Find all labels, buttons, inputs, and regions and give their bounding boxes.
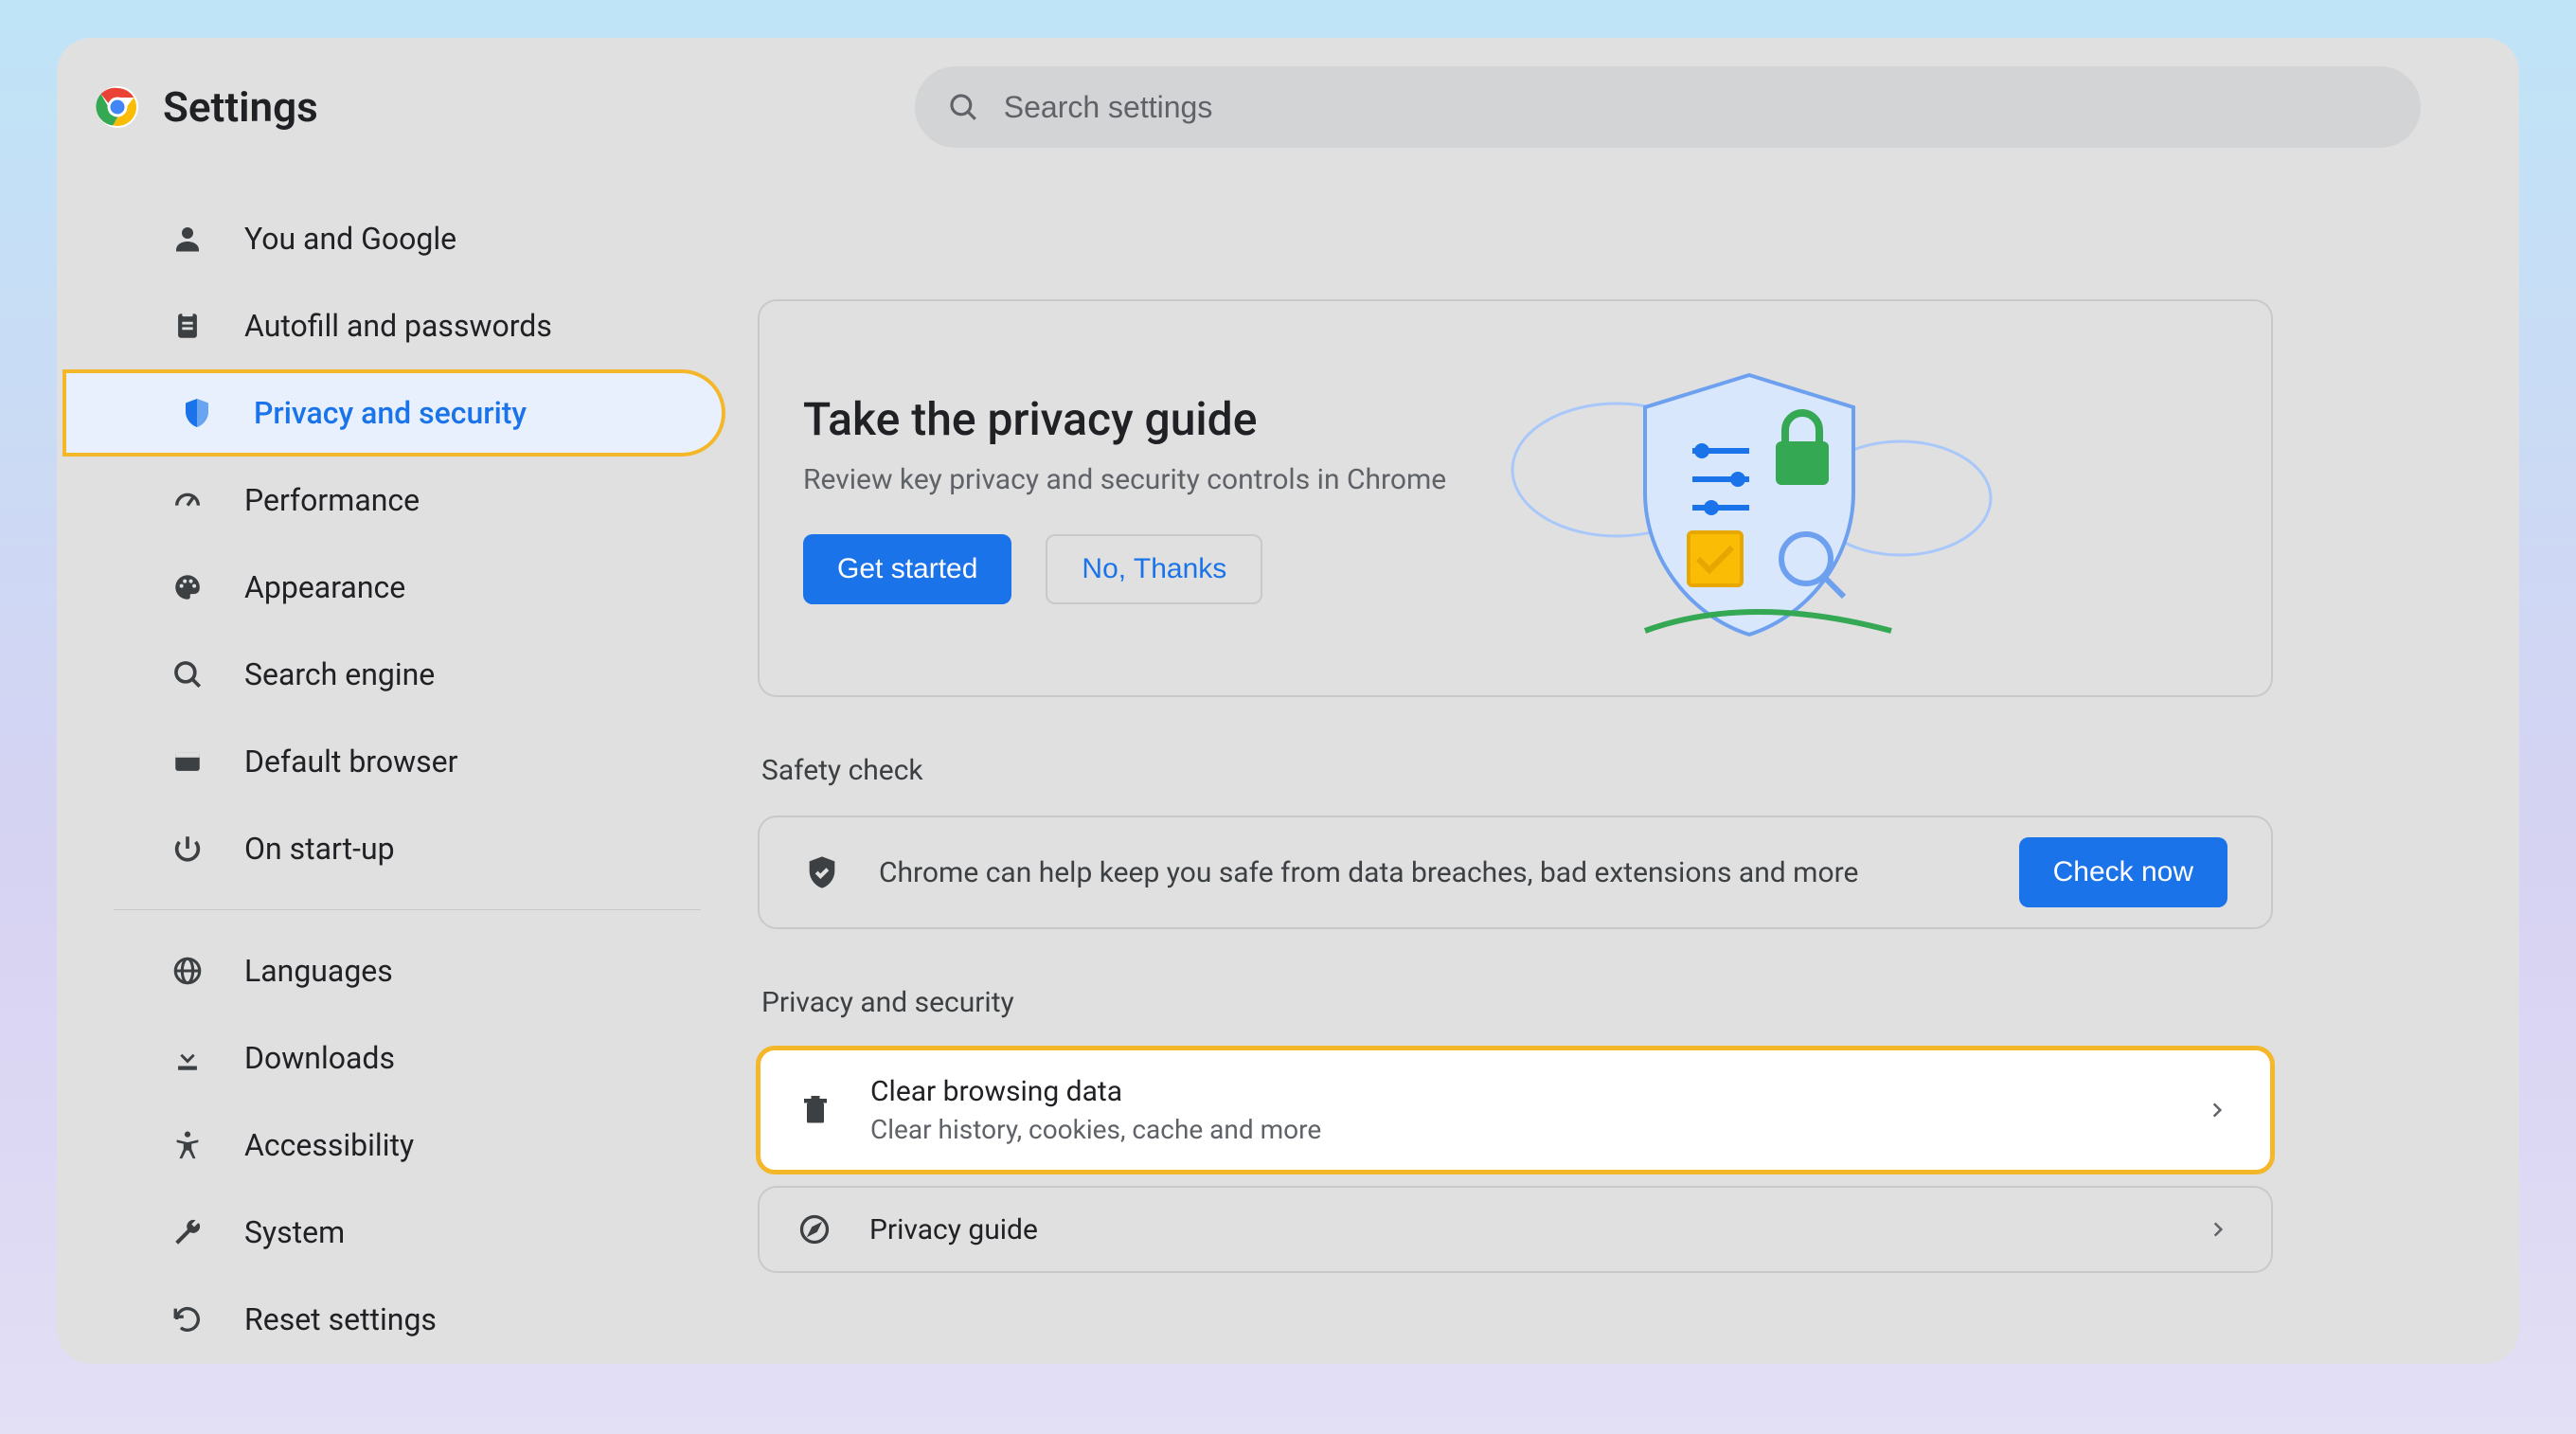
sidebar-item-label: Downloads	[244, 1040, 395, 1076]
row-clear-browsing-data[interactable]: Clear browsing data Clear history, cooki…	[756, 1046, 2275, 1174]
sidebar-divider	[114, 909, 701, 910]
row-title: Clear browsing data	[870, 1075, 1321, 1108]
privacy-guide-promo: Take the privacy guide Review key privac…	[758, 299, 2273, 697]
safety-check-heading: Safety check	[761, 754, 2273, 787]
brand: Settings	[95, 82, 318, 132]
sidebar: You and Google Autofill and passwords Pr…	[57, 167, 739, 1364]
power-icon	[169, 833, 206, 865]
sidebar-item-system[interactable]: System	[57, 1189, 739, 1276]
clipboard-icon	[169, 310, 206, 342]
sidebar-item-appearance[interactable]: Appearance	[57, 544, 739, 631]
sidebar-item-label: Autofill and passwords	[244, 308, 552, 344]
sidebar-item-label: Privacy and security	[254, 395, 527, 431]
privacy-rows-card: Privacy guide	[758, 1186, 2273, 1273]
trash-icon	[798, 1093, 832, 1127]
privacy-shield-illustration	[1503, 347, 1995, 650]
sidebar-item-default-browser[interactable]: Default browser	[57, 718, 739, 805]
page-title: Settings	[163, 82, 318, 132]
sidebar-item-you-and-google[interactable]: You and Google	[57, 195, 739, 282]
compass-icon	[797, 1212, 832, 1246]
sidebar-item-label: Reset settings	[244, 1301, 437, 1337]
restore-icon	[169, 1303, 206, 1335]
person-icon	[169, 222, 206, 256]
accessibility-icon	[169, 1129, 206, 1161]
chevron-right-icon	[2209, 1220, 2227, 1239]
promo-title: Take the privacy guide	[803, 392, 1446, 446]
sidebar-item-autofill[interactable]: Autofill and passwords	[57, 282, 739, 369]
row-subtitle: Clear history, cookies, cache and more	[870, 1114, 1321, 1145]
sidebar-item-accessibility[interactable]: Accessibility	[57, 1102, 739, 1189]
sidebar-item-label: You and Google	[244, 221, 456, 257]
sidebar-item-performance[interactable]: Performance	[57, 457, 739, 544]
row-title: Privacy guide	[869, 1213, 1038, 1246]
sidebar-item-reset[interactable]: Reset settings	[57, 1276, 739, 1363]
sidebar-item-label: Search engine	[244, 656, 435, 692]
no-thanks-button[interactable]: No, Thanks	[1046, 534, 1262, 604]
safety-check-text: Chrome can help keep you safe from data …	[879, 856, 1858, 889]
download-icon	[169, 1042, 206, 1074]
sidebar-item-label: Default browser	[244, 744, 457, 780]
sidebar-item-startup[interactable]: On start-up	[57, 805, 739, 892]
privacy-security-heading: Privacy and security	[761, 986, 2273, 1019]
search-icon	[947, 91, 979, 123]
get-started-button[interactable]: Get started	[803, 534, 1011, 604]
sidebar-item-privacy-security[interactable]: Privacy and security	[63, 369, 725, 457]
sidebar-item-search-engine[interactable]: Search engine	[57, 631, 739, 718]
chevron-right-icon	[2208, 1101, 2227, 1120]
search-bar[interactable]	[915, 66, 2421, 148]
globe-icon	[169, 955, 206, 987]
sidebar-item-label: Accessibility	[244, 1127, 414, 1163]
row-privacy-guide[interactable]: Privacy guide	[760, 1188, 2271, 1271]
chrome-logo-icon	[95, 84, 140, 130]
shield-check-icon	[803, 853, 841, 891]
promo-subtitle: Review key privacy and security controls…	[803, 463, 1446, 496]
sidebar-item-label: Languages	[244, 953, 393, 989]
sidebar-item-label: On start-up	[244, 831, 395, 867]
shield-icon	[178, 396, 216, 430]
main-content: Take the privacy guide Review key privac…	[739, 167, 2519, 1364]
safety-check-card: Chrome can help keep you safe from data …	[758, 816, 2273, 929]
sidebar-item-downloads[interactable]: Downloads	[57, 1014, 739, 1102]
search-icon	[169, 658, 206, 690]
browser-window-icon	[169, 745, 206, 778]
wrench-icon	[169, 1216, 206, 1248]
palette-icon	[169, 571, 206, 603]
sidebar-item-label: Performance	[244, 482, 420, 518]
topbar: Settings	[57, 38, 2519, 167]
sidebar-item-label: System	[244, 1214, 345, 1250]
search-input[interactable]	[1004, 90, 2388, 125]
speedometer-icon	[169, 484, 206, 516]
check-now-button[interactable]: Check now	[2019, 837, 2227, 907]
settings-window: Settings You and Google Au	[57, 38, 2519, 1364]
sidebar-item-label: Appearance	[244, 569, 405, 605]
sidebar-item-languages[interactable]: Languages	[57, 927, 739, 1014]
